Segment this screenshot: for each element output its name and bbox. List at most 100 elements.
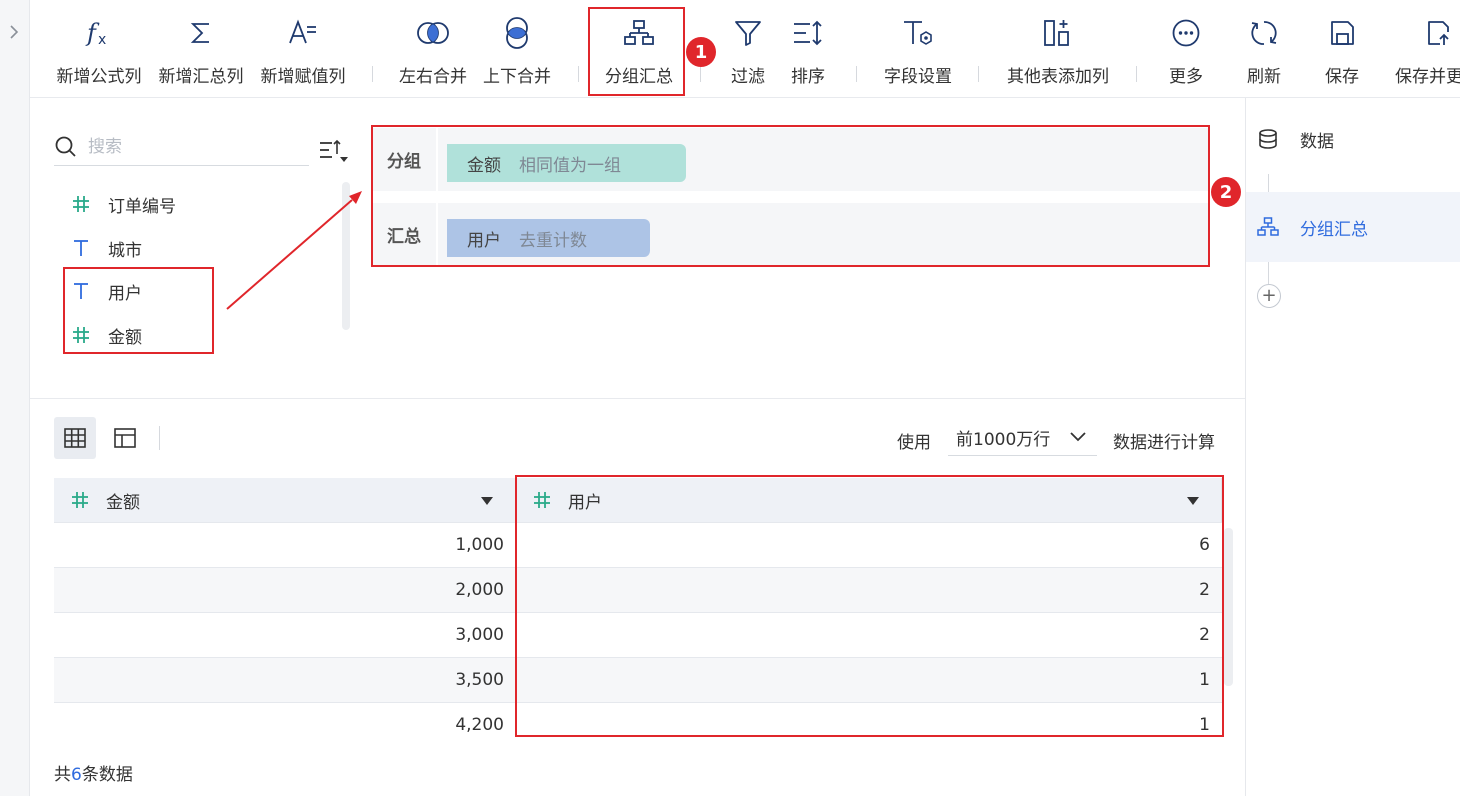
add-step-button[interactable]: +	[1257, 284, 1281, 308]
calc-label: 数据进行计算	[1113, 432, 1215, 453]
save-label: 保存	[1325, 67, 1359, 87]
field-settings-label: 字段设置	[884, 67, 952, 87]
field-settings-button[interactable]: 字段设置	[876, 0, 960, 98]
group-summary-highlight	[588, 7, 685, 96]
table-cell: 3,000	[455, 625, 504, 645]
assign-value-icon	[286, 16, 320, 50]
toolbar-separator	[978, 66, 979, 82]
toolbar-separator	[700, 66, 701, 82]
svg-text:x: x	[98, 32, 106, 48]
save-icon	[1325, 16, 1359, 50]
number-field-icon	[70, 490, 90, 510]
toolbar-separator	[1136, 66, 1137, 82]
step-group-summary-label: 分组汇总	[1300, 219, 1368, 240]
user-column-highlight	[515, 475, 1224, 737]
left-collapse-strip[interactable]	[0, 0, 30, 796]
add-summary-column-button[interactable]: 新增汇总列	[156, 0, 246, 98]
table-cell: 3,500	[455, 670, 504, 690]
merge-up-down-label: 上下合并	[483, 67, 551, 87]
field-search[interactable]	[54, 128, 309, 166]
plus-icon: +	[1261, 285, 1277, 306]
toolbar-separator	[856, 66, 857, 82]
row-limit-select[interactable]: 前1000万行	[948, 420, 1097, 456]
field-label: 城市	[108, 240, 142, 261]
sigma-icon	[184, 16, 218, 50]
row-limit-value: 前1000万行	[956, 430, 1051, 450]
table-cell: 1,000	[455, 535, 504, 555]
more-label: 更多	[1169, 67, 1203, 87]
merge-left-right-label: 左右合并	[399, 67, 467, 87]
config-area-highlight	[371, 125, 1210, 267]
view-separator	[159, 426, 160, 450]
step-connector	[1268, 262, 1269, 284]
group-hierarchy-icon	[1256, 215, 1280, 239]
sort-button[interactable]: 排序	[782, 0, 834, 98]
filter-button[interactable]: 过滤	[720, 0, 776, 98]
step-badge-1: 1	[686, 37, 716, 67]
refresh-label: 刷新	[1247, 67, 1281, 87]
refresh-button[interactable]: 刷新	[1234, 0, 1294, 98]
field-label: 订单编号	[108, 196, 176, 217]
add-column-icon	[1041, 16, 1075, 50]
text-field-icon	[70, 237, 92, 259]
number-field-icon	[70, 193, 92, 215]
search-input[interactable]	[88, 136, 288, 157]
database-icon	[1256, 127, 1280, 151]
layout-view-button[interactable]	[104, 417, 146, 459]
row-count: 共6条数据	[54, 760, 133, 785]
app-root: fx 新增公式列 新增汇总列 新增赋值列 左右合并 上下合并 分组汇总 过滤 排…	[0, 0, 1460, 796]
step-connector	[1268, 174, 1269, 192]
caret-down-icon[interactable]	[481, 497, 493, 505]
field-list-scrollbar[interactable]	[342, 182, 350, 330]
add-formula-column-label: 新增公式列	[56, 67, 142, 87]
more-button[interactable]: 更多	[1156, 0, 1216, 98]
step-group-summary[interactable]: 分组汇总	[1246, 192, 1460, 262]
chevron-right-icon[interactable]	[7, 20, 21, 44]
toolbar-separator	[578, 66, 579, 82]
field-item[interactable]: 订单编号	[70, 187, 176, 221]
save-and-update-button[interactable]: 保存并更	[1392, 0, 1460, 98]
steps-panel: 数据 分组汇总 +	[1245, 98, 1460, 796]
save-and-update-label: 保存并更	[1395, 67, 1460, 87]
add-column-from-other-table-label: 其他表添加列	[1007, 67, 1109, 87]
merge-left-right-button[interactable]: 左右合并	[396, 0, 470, 98]
formula-icon: fx	[82, 16, 116, 50]
table-scrollbar[interactable]	[1224, 528, 1233, 686]
add-column-from-other-table-button[interactable]: 其他表添加列	[998, 0, 1118, 98]
column-header[interactable]: 金额	[54, 478, 516, 522]
save-button[interactable]: 保存	[1312, 0, 1372, 98]
refresh-icon	[1247, 16, 1281, 50]
more-dots-icon	[1169, 16, 1203, 50]
add-formula-column-button[interactable]: fx 新增公式列	[54, 0, 144, 98]
add-summary-column-label: 新增汇总列	[158, 67, 244, 87]
save-export-icon	[1422, 16, 1456, 50]
section-divider	[30, 398, 1245, 399]
merge-up-down-button[interactable]: 上下合并	[480, 0, 554, 98]
selected-fields-highlight	[63, 267, 214, 354]
step-data[interactable]: 数据	[1246, 104, 1460, 174]
add-assign-column-button[interactable]: 新增赋值列	[258, 0, 348, 98]
use-label: 使用	[897, 432, 931, 453]
filter-funnel-icon	[731, 16, 765, 50]
field-sort-icon[interactable]	[318, 138, 350, 166]
grid-view-button[interactable]	[54, 417, 96, 459]
step-data-label: 数据	[1300, 131, 1334, 152]
step-badge-2: 2	[1211, 177, 1241, 207]
layout-icon	[114, 428, 136, 448]
field-item[interactable]: 城市	[70, 231, 142, 265]
row-count-prefix: 共	[54, 765, 71, 785]
text-settings-icon	[901, 16, 935, 50]
filter-label: 过滤	[731, 67, 765, 87]
table-cell: 4,200	[455, 715, 504, 735]
sort-icon	[791, 16, 825, 50]
column-header-label: 金额	[106, 492, 140, 513]
sort-label: 排序	[791, 67, 825, 87]
search-icon	[55, 136, 76, 157]
row-count-suffix: 条数据	[81, 765, 133, 785]
venn-vertical-icon	[500, 16, 534, 50]
toolbar-separator	[372, 66, 373, 82]
add-assign-column-label: 新增赋值列	[260, 67, 346, 87]
chevron-down-icon	[1070, 432, 1086, 442]
row-count-number: 6	[71, 765, 82, 785]
table-grid-icon	[64, 428, 86, 448]
